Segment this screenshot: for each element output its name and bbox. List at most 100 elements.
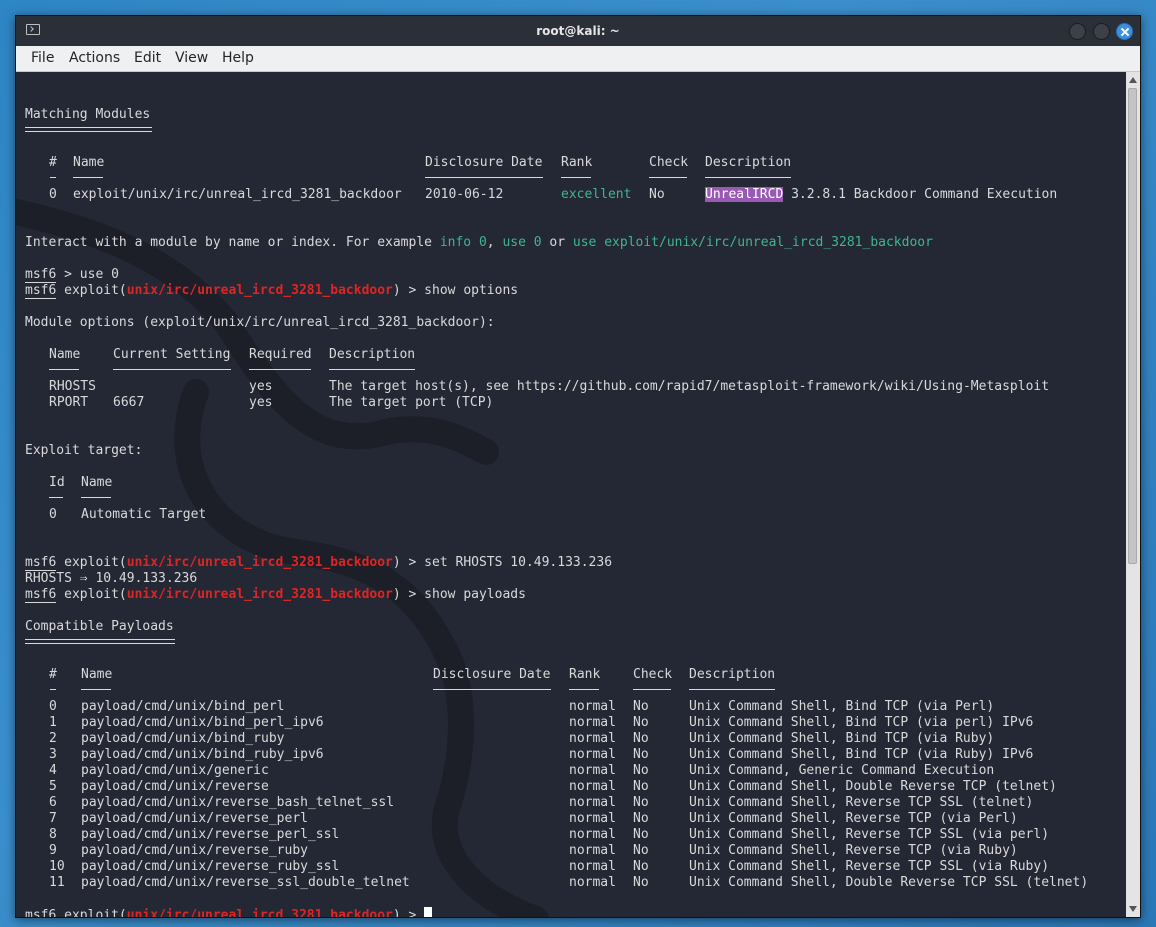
col-underline bbox=[329, 369, 415, 370]
prompt-close: ) > bbox=[392, 555, 417, 570]
menu-file[interactable]: File bbox=[31, 50, 54, 66]
command-line: msf6 > use 0 bbox=[25, 267, 119, 283]
prompt-module: unix/irc/unreal_ircd_3281_backdoor bbox=[126, 555, 393, 570]
hint-use-full: use exploit/unix/irc/unreal_ircd_3281_ba… bbox=[572, 235, 933, 250]
payload-description: Unix Command Shell, Bind TCP (via Ruby) bbox=[689, 731, 995, 746]
col-underline bbox=[249, 369, 311, 370]
scroll-up-icon[interactable] bbox=[1129, 77, 1137, 83]
payload-description: Unix Command, Generic Command Execution bbox=[689, 763, 995, 778]
payload-rank: normal bbox=[569, 795, 616, 810]
payload-name: payload/cmd/unix/reverse_perl_ssl bbox=[81, 827, 340, 842]
text-cursor[interactable] bbox=[424, 907, 433, 917]
col-underline bbox=[561, 177, 591, 178]
maximize-button[interactable] bbox=[1093, 23, 1110, 40]
command-line-active[interactable]: msf6 exploit(unix/irc/unreal_ircd_3281_b… bbox=[25, 907, 433, 917]
payload-rank: normal bbox=[569, 699, 616, 714]
command-line: msf6 exploit(unix/irc/unreal_ircd_3281_b… bbox=[25, 555, 612, 571]
col-underline bbox=[113, 369, 231, 370]
payload-rank: normal bbox=[569, 811, 616, 826]
scrollbar-thumb[interactable] bbox=[1128, 88, 1137, 564]
payload-index: 11 bbox=[49, 875, 65, 890]
hint-sep: , bbox=[486, 235, 503, 250]
close-button[interactable] bbox=[1116, 23, 1133, 40]
payload-name: payload/cmd/unix/bind_ruby bbox=[81, 731, 285, 746]
col-underline bbox=[49, 369, 79, 370]
pl-header-description: Description bbox=[689, 667, 776, 682]
col-header-index: # bbox=[49, 155, 57, 170]
payload-description: Unix Command Shell, Reverse TCP (via Rub… bbox=[689, 843, 1018, 858]
payload-name: payload/cmd/unix/reverse_ssl_double_teln… bbox=[81, 875, 410, 890]
payload-index: 2 bbox=[49, 731, 57, 746]
col-underline bbox=[649, 177, 687, 178]
col-header-date: Disclosure Date bbox=[425, 155, 543, 170]
target-heading: Exploit target: bbox=[25, 443, 143, 458]
payload-index: 6 bbox=[49, 795, 57, 810]
title-bar[interactable]: root@kali: ~ bbox=[16, 16, 1140, 46]
target-header-id: Id bbox=[49, 475, 65, 490]
payload-index: 4 bbox=[49, 763, 57, 778]
scroll-down-icon[interactable] bbox=[1129, 906, 1137, 912]
prompt-module: unix/irc/unreal_ircd_3281_backdoor bbox=[126, 587, 393, 602]
vertical-scrollbar[interactable] bbox=[1126, 72, 1140, 917]
payload-name: payload/cmd/unix/reverse bbox=[81, 779, 269, 794]
opt-required: yes bbox=[249, 379, 273, 394]
module-name: exploit/unix/irc/unreal_ircd_3281_backdo… bbox=[73, 187, 402, 202]
payloads-heading: Compatible Payloads bbox=[25, 619, 174, 634]
command-line: msf6 exploit(unix/irc/unreal_ircd_3281_b… bbox=[25, 587, 526, 603]
prompt-module: unix/irc/unreal_ircd_3281_backdoor bbox=[126, 283, 393, 298]
payload-index: 8 bbox=[49, 827, 57, 842]
payload-check: No bbox=[633, 843, 649, 858]
terminal-window: root@kali: ~ File Actions Edit View Help… bbox=[15, 15, 1141, 918]
payload-rank: normal bbox=[569, 875, 616, 890]
payload-rank: normal bbox=[569, 747, 616, 762]
prompt-exploit: exploit( bbox=[64, 555, 127, 570]
menu-edit[interactable]: Edit bbox=[134, 50, 161, 66]
col-header-check: Check bbox=[649, 155, 689, 170]
command-text: show payloads bbox=[416, 587, 526, 602]
rhosts-echo: RHOSTS ⇒ 10.49.133.236 bbox=[25, 571, 198, 586]
col-underline bbox=[73, 177, 103, 178]
pl-header-index: # bbox=[49, 667, 57, 682]
hint-use: use 0 bbox=[502, 235, 542, 250]
opt-name: RPORT bbox=[49, 395, 89, 410]
pl-header-name: Name bbox=[81, 667, 113, 682]
payload-index: 7 bbox=[49, 811, 57, 826]
command-text: > use 0 bbox=[56, 267, 119, 282]
interact-hint: Interact with a module by name or index.… bbox=[25, 235, 933, 251]
pl-header-date: Disclosure Date bbox=[433, 667, 551, 682]
payload-rank: normal bbox=[569, 827, 616, 842]
payload-description: Unix Command Shell, Reverse TCP (via Per… bbox=[689, 811, 1018, 826]
payload-description: Unix Command Shell, Bind TCP (via perl) … bbox=[689, 715, 1034, 730]
minimize-button[interactable] bbox=[1069, 23, 1086, 40]
opt-header-name: Name bbox=[49, 347, 81, 362]
payload-name: payload/cmd/unix/reverse_ruby_ssl bbox=[81, 859, 340, 874]
prompt-msf: msf6 bbox=[25, 908, 57, 917]
payload-check: No bbox=[633, 731, 649, 746]
prompt-msf: msf6 bbox=[25, 267, 57, 283]
col-underline bbox=[81, 497, 111, 498]
opt-header-required: Required bbox=[249, 347, 312, 362]
col-underline bbox=[689, 689, 775, 690]
col-header-name: Name bbox=[73, 155, 105, 170]
opt-name: RHOSTS bbox=[49, 379, 96, 394]
menu-view[interactable]: View bbox=[175, 50, 208, 66]
payload-name: payload/cmd/unix/bind_perl bbox=[81, 699, 285, 714]
col-underline bbox=[569, 689, 599, 690]
menu-actions[interactable]: Actions bbox=[69, 50, 120, 66]
target-name: Automatic Target bbox=[81, 507, 207, 522]
col-underline bbox=[633, 689, 671, 690]
menu-bar: File Actions Edit View Help bbox=[16, 46, 1140, 72]
payload-rank: normal bbox=[569, 843, 616, 858]
pl-header-check: Check bbox=[633, 667, 673, 682]
target-id: 0 bbox=[49, 507, 57, 522]
payload-name: payload/cmd/unix/reverse_bash_telnet_ssl bbox=[81, 795, 395, 810]
menu-help[interactable]: Help bbox=[222, 50, 254, 66]
hint-info: info 0 bbox=[439, 235, 487, 250]
payload-check: No bbox=[633, 747, 649, 762]
payload-check: No bbox=[633, 779, 649, 794]
payload-name: payload/cmd/unix/reverse_perl bbox=[81, 811, 308, 826]
terminal-output[interactable]: Matching Modules # Name Disclosure Date … bbox=[16, 72, 1126, 917]
payload-rank: normal bbox=[569, 715, 616, 730]
command-text: show options bbox=[416, 283, 519, 298]
payload-rank: normal bbox=[569, 731, 616, 746]
